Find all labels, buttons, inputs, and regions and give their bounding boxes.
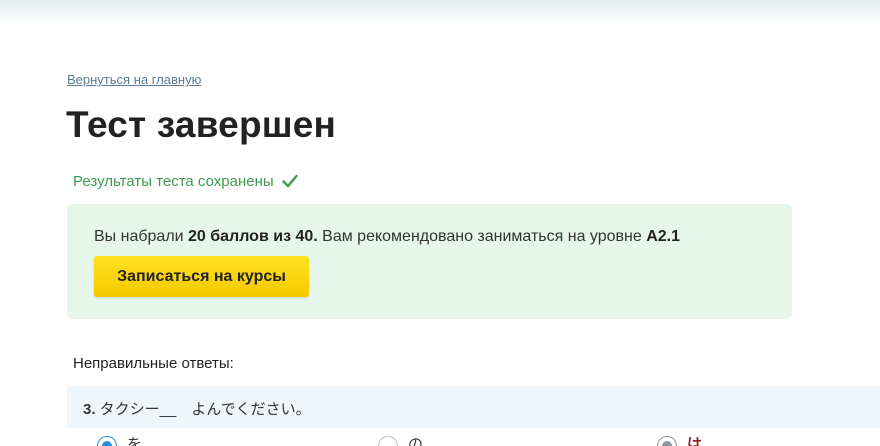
radio-button-selected[interactable] bbox=[97, 436, 117, 446]
page-title: Тест завершен bbox=[66, 104, 337, 145]
checkmark-icon bbox=[281, 174, 298, 188]
result-summary: Вы набрали 20 баллов из 40. Вам рекоменд… bbox=[94, 228, 680, 246]
wrong-answers-label: Неправильные ответы: bbox=[73, 355, 234, 372]
saved-status-text: Результаты теста сохранены bbox=[73, 172, 274, 190]
result-prefix: Вы набрали bbox=[94, 228, 189, 245]
result-box: Вы набрали 20 баллов из 40. Вам рекоменд… bbox=[67, 204, 792, 319]
answer-option-3[interactable]: は bbox=[657, 436, 702, 446]
saved-status: Результаты теста сохранены bbox=[73, 171, 298, 191]
back-to-home-link[interactable]: Вернуться на главную bbox=[67, 72, 201, 87]
question-row: 3. タクシー__ よんでください。 bbox=[67, 386, 880, 428]
result-score: 20 баллов из 40. bbox=[188, 228, 318, 245]
answer-option-2[interactable]: の bbox=[378, 436, 423, 446]
answer-option-label: を bbox=[127, 436, 143, 446]
radio-button-wrong[interactable] bbox=[657, 436, 677, 446]
question-number: 3. bbox=[83, 401, 96, 418]
radio-button[interactable] bbox=[378, 436, 398, 446]
question-text: 3. タクシー__ よんでください。 bbox=[83, 398, 311, 419]
top-header-shadow bbox=[0, 0, 880, 26]
enroll-courses-button[interactable]: Записаться на курсы bbox=[94, 256, 309, 297]
question-body: タクシー__ よんでください。 bbox=[95, 401, 311, 418]
answer-option-label-wrong: は bbox=[687, 436, 703, 446]
answer-option-label: の bbox=[408, 436, 424, 446]
result-middle: Вам рекомендовано заниматься на уровне bbox=[317, 228, 647, 245]
result-level: A2.1 bbox=[646, 228, 681, 245]
answer-option-1[interactable]: を bbox=[97, 436, 142, 446]
